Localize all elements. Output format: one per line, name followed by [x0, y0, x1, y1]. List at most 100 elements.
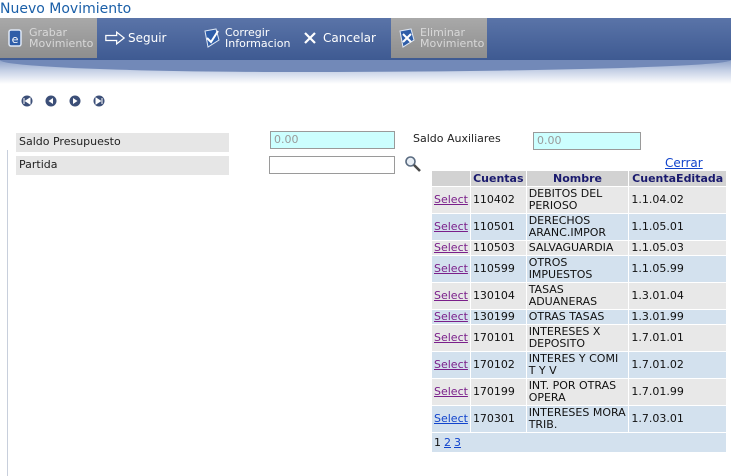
cuenta-cell: 110501 [469, 213, 527, 241]
accounts-table: Cuentas Nombre CuentaEditada Select 1104… [431, 170, 727, 453]
table-row: Select 110501 DERECHOS ARANC.IMPOR 1.1.0… [431, 213, 727, 241]
record-navigation [20, 95, 106, 107]
svg-text:e: e [12, 33, 19, 46]
select-cell: Select [431, 255, 471, 283]
editada-cell: 1.3.01.99 [628, 309, 727, 325]
saldo-auxiliares-field[interactable]: 0.00 [533, 132, 641, 150]
left-divider [7, 150, 8, 476]
corregir-informacion-button[interactable]: Corregir Informacion [196, 18, 291, 58]
nombre-cell: OTRAS TASAS [525, 309, 630, 325]
search-icon[interactable] [404, 155, 422, 173]
eliminar-label: Eliminar Movimiento [420, 26, 485, 50]
select-cell: Select [431, 240, 471, 256]
delete-icon [397, 28, 417, 48]
select-cell: Select [431, 405, 471, 433]
cerrar-link[interactable]: Cerrar [665, 156, 703, 170]
select-link[interactable]: Select [434, 358, 468, 371]
nombre-cell: INT. POR OTRAS OPERA [525, 378, 630, 406]
select-cell: Select [431, 282, 471, 310]
page-link-3[interactable]: 3 [454, 436, 461, 449]
table-header-row: Cuentas Nombre CuentaEditada [431, 170, 727, 187]
nombre-cell: INTERESES MORA TRIB. [525, 405, 630, 433]
cuenta-cell: 170102 [469, 351, 527, 379]
select-link[interactable]: Select [434, 412, 468, 425]
nombre-cell: INTERESES X DEPOSITO [525, 324, 630, 352]
cancelar-button[interactable]: Cancelar [294, 18, 389, 58]
saldo-presupuesto-label: Saldo Presupuesto [16, 133, 229, 152]
partida-label: Partida [16, 156, 229, 175]
editada-cell: 1.1.05.99 [628, 255, 727, 283]
select-link[interactable]: Select [434, 310, 468, 323]
header-band [0, 60, 731, 84]
column-header-select [431, 170, 471, 187]
corregir-label: Corregir Informacion [225, 26, 291, 50]
partida-input[interactable] [269, 156, 395, 174]
next-page-icon[interactable] [68, 95, 82, 107]
seguir-button[interactable]: Seguir [99, 18, 194, 58]
nombre-cell: SALVAGUARDIA [525, 240, 630, 256]
select-link[interactable]: Select [434, 220, 468, 233]
table-row: Select 170301 INTERESES MORA TRIB. 1.7.0… [431, 405, 727, 433]
current-page: 1 [434, 435, 441, 449]
table-row: Select 110503 SALVAGUARDIA 1.1.05.03 [431, 240, 727, 256]
first-page-icon[interactable] [20, 95, 34, 107]
select-link[interactable]: Select [434, 241, 468, 254]
nombre-cell: DERECHOS ARANC.IMPOR [525, 213, 630, 241]
column-header-nombre: Nombre [525, 170, 630, 187]
select-cell: Select [431, 213, 471, 241]
table-row: Select 170101 INTERESES X DEPOSITO 1.7.0… [431, 324, 727, 352]
table-row: Select 170102 INTERES Y COMI T Y V 1.7.0… [431, 351, 727, 379]
select-cell: Select [431, 309, 471, 325]
toolbar: e Grabar Movimiento Seguir Corregir Info… [0, 18, 731, 60]
select-cell: Select [431, 186, 471, 214]
nombre-cell: DEBITOS DEL PERIOSO [525, 186, 630, 214]
cuenta-cell: 110599 [469, 255, 527, 283]
pager-row: 123 [431, 432, 727, 453]
saldo-presupuesto-field[interactable]: 0.00 [270, 131, 395, 149]
editada-cell: 1.1.05.01 [628, 213, 727, 241]
grabar-label: Grabar Movimiento [29, 26, 94, 50]
page-title: Nuevo Movimiento [0, 1, 132, 17]
editada-cell: 1.7.01.02 [628, 351, 727, 379]
eliminar-movimiento-button[interactable]: Eliminar Movimiento [391, 18, 487, 58]
nombre-cell: TASAS ADUANERAS [525, 282, 630, 310]
cuenta-cell: 170101 [469, 324, 527, 352]
select-link[interactable]: Select [434, 193, 468, 206]
page-link-2[interactable]: 2 [444, 436, 451, 449]
cuenta-cell: 170199 [469, 378, 527, 406]
select-cell: Select [431, 324, 471, 352]
editada-cell: 1.1.05.03 [628, 240, 727, 256]
cuenta-cell: 130104 [469, 282, 527, 310]
cuenta-cell: 170301 [469, 405, 527, 433]
column-header-cuentas: Cuentas [469, 170, 527, 187]
last-page-icon[interactable] [92, 95, 106, 107]
check-icon [202, 28, 222, 48]
seguir-label: Seguir [128, 30, 167, 45]
select-link[interactable]: Select [434, 289, 468, 302]
select-link[interactable]: Select [434, 331, 468, 344]
arrow-right-icon [105, 28, 125, 48]
table-row: Select 130104 TASAS ADUANERAS 1.3.01.04 [431, 282, 727, 310]
saldo-auxiliares-label: Saldo Auxiliares [413, 132, 501, 145]
editada-cell: 1.7.01.99 [628, 378, 727, 406]
table-row: Select 110599 OTROS IMPUESTOS 1.1.05.99 [431, 255, 727, 283]
grabar-movimiento-button[interactable]: e Grabar Movimiento [0, 18, 97, 58]
select-cell: Select [431, 378, 471, 406]
nombre-cell: OTROS IMPUESTOS [525, 255, 630, 283]
select-link[interactable]: Select [434, 262, 468, 275]
nombre-cell: INTERES Y COMI T Y V [525, 351, 630, 379]
pager-cell: 123 [431, 432, 727, 453]
editada-cell: 1.3.01.04 [628, 282, 727, 310]
table-row: Select 170199 INT. POR OTRAS OPERA 1.7.0… [431, 378, 727, 406]
table-row: Select 130199 OTRAS TASAS 1.3.01.99 [431, 309, 727, 325]
cuenta-cell: 110503 [469, 240, 527, 256]
select-link[interactable]: Select [434, 385, 468, 398]
cuenta-cell: 130199 [469, 309, 527, 325]
cancelar-label: Cancelar [323, 30, 376, 45]
editada-cell: 1.1.04.02 [628, 186, 727, 214]
editada-cell: 1.7.01.01 [628, 324, 727, 352]
editada-cell: 1.7.03.01 [628, 405, 727, 433]
table-row: Select 110402 DEBITOS DEL PERIOSO 1.1.04… [431, 186, 727, 214]
x-icon [300, 28, 320, 48]
prev-page-icon[interactable] [44, 95, 58, 107]
